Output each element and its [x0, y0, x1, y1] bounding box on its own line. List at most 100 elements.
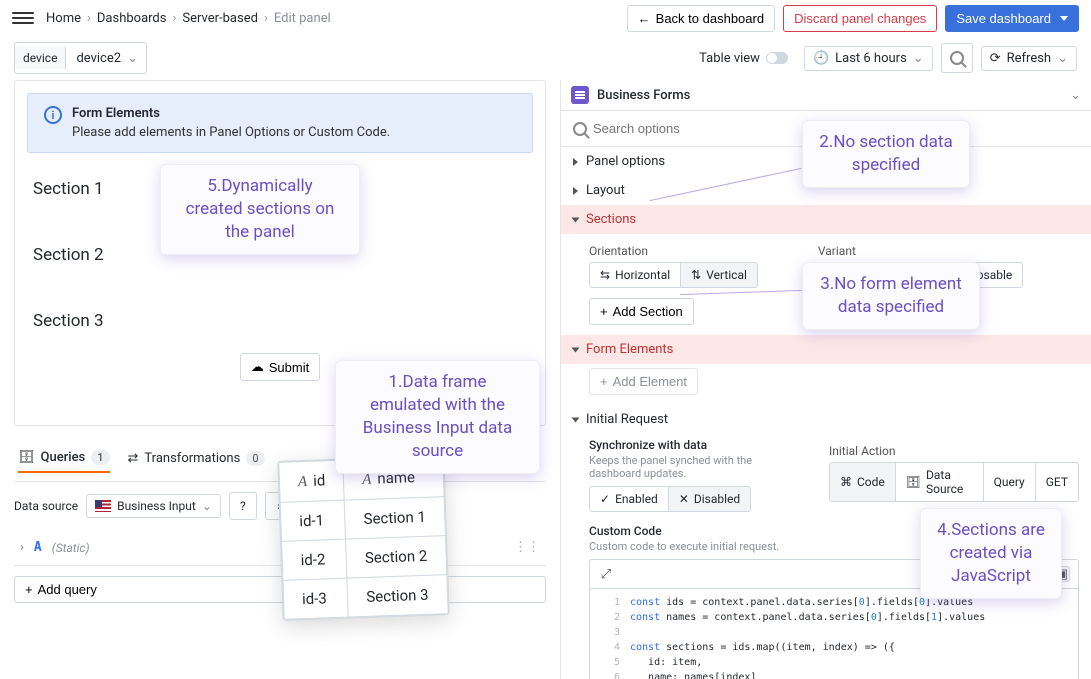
option-label: Initial Request	[586, 412, 668, 427]
chevron-down-icon	[572, 417, 580, 422]
query-name: (Static)	[52, 541, 90, 555]
annotation-1: 1.Data frame emulated with the Business …	[335, 360, 540, 474]
chevron-down-icon[interactable]: ⌄	[1070, 88, 1081, 103]
annotation-2: 2.No section data specified	[802, 120, 970, 188]
seg-label: Code	[857, 475, 885, 489]
add-query-label: Add query	[38, 582, 97, 597]
plugin-title: Business Forms	[597, 88, 690, 103]
option-label: Sections	[586, 212, 636, 227]
cell: Section 2	[346, 536, 447, 578]
check-icon: ✓	[600, 492, 610, 506]
clock-icon: 🕘	[813, 51, 829, 66]
seg-label: Enabled	[615, 492, 658, 506]
queries-count: 1	[91, 450, 109, 465]
cell: id-2	[282, 539, 348, 580]
option-sections[interactable]: Sections	[561, 205, 1091, 234]
breadcrumb-sep: ›	[172, 11, 176, 26]
submit-label: Submit	[269, 360, 309, 375]
orientation-label: Orientation	[589, 244, 758, 258]
menu-icon[interactable]	[12, 7, 34, 29]
breadcrumb-home[interactable]: Home	[46, 11, 81, 26]
sync-group: ✓ Enabled ✕ Disabled	[589, 486, 751, 512]
vertical-icon: ⇅	[691, 268, 701, 282]
device-select[interactable]: device device2 ⌄	[14, 42, 147, 74]
col-label: id	[313, 471, 326, 489]
back-button[interactable]: ← Back to dashboard	[627, 5, 775, 32]
refresh-button[interactable]: ⟳ Refresh ⌄	[981, 46, 1077, 71]
option-form-elements[interactable]: Form Elements	[561, 335, 1091, 364]
action-query[interactable]: Query	[984, 463, 1036, 501]
device-value: device2	[76, 51, 121, 66]
breadcrumb-dashboards[interactable]: Dashboards	[97, 11, 167, 26]
datasource-icon	[95, 500, 111, 512]
database-icon: 🗄	[18, 450, 35, 465]
refresh-icon: ⟳	[990, 51, 1001, 66]
annotation-3: 3.No form element data specified	[802, 262, 980, 330]
toggle-icon	[766, 52, 788, 64]
save-button[interactable]: Save dashboard	[945, 5, 1079, 32]
expand-icon[interactable]: ⤢	[598, 566, 614, 582]
chevron-right-icon	[573, 158, 578, 166]
section-title[interactable]: Section 3	[15, 297, 545, 345]
time-range-select[interactable]: 🕘 Last 6 hours ⌄	[804, 46, 933, 71]
submit-button[interactable]: ☁ Submit	[240, 353, 320, 381]
add-section-button[interactable]: + Add Section	[589, 298, 694, 325]
query-letter: A	[34, 540, 42, 555]
sync-enabled[interactable]: ✓ Enabled	[590, 487, 669, 511]
table-row: id-1Section 1	[280, 497, 445, 542]
action-code[interactable]: ⌘ Code	[830, 463, 896, 501]
search-icon	[573, 122, 587, 136]
cell: id-3	[283, 578, 349, 619]
table-row: id-2Section 2	[282, 536, 447, 581]
cross-icon: ✕	[679, 492, 689, 506]
text-type-icon: A	[362, 472, 372, 488]
chevron-down-icon: ⌄	[127, 51, 138, 66]
chevron-down-icon	[572, 347, 580, 352]
option-label: Panel options	[586, 154, 665, 169]
chevron-right-icon	[573, 187, 578, 195]
breadcrumb-current: Edit panel	[274, 11, 331, 26]
arrow-left-icon: ←	[638, 11, 651, 26]
cell: Section 1	[344, 497, 445, 539]
code-editor[interactable]: 1const ids = context.panel.data.series[0…	[589, 588, 1079, 679]
discard-button[interactable]: Discard panel changes	[783, 5, 937, 32]
action-get[interactable]: GET	[1036, 463, 1078, 501]
data-table-preview: Aid Aname id-1Section 1 id-2Section 2 id…	[277, 455, 449, 621]
cell: id-1	[280, 500, 346, 541]
plus-icon: +	[600, 374, 608, 389]
drag-handle-icon[interactable]: ⋮⋮	[514, 540, 540, 555]
zoom-out-icon	[950, 51, 964, 65]
seg-label: Vertical	[706, 268, 747, 282]
datasource-help-button[interactable]: ?	[229, 492, 257, 520]
add-element-label: Add Element	[613, 374, 687, 389]
horizontal-icon: ⇆	[600, 268, 610, 282]
orientation-vertical[interactable]: ⇅ Vertical	[681, 263, 757, 287]
initial-action-group: ⌘ Code 🗄Data Source Query GET	[829, 462, 1079, 502]
tab-label: Queries	[41, 450, 86, 465]
chevron-down-icon	[572, 217, 580, 222]
breadcrumb-server[interactable]: Server-based	[182, 11, 258, 26]
option-label: Layout	[586, 183, 625, 198]
datasource-label: Data source	[14, 499, 78, 513]
add-section-label: Add Section	[613, 304, 683, 319]
datasource-select[interactable]: Business Input ⌄	[86, 494, 221, 518]
code-icon: ⌘	[840, 475, 852, 489]
datasource-value: Business Input	[117, 499, 196, 513]
zoom-out-button[interactable]	[941, 43, 973, 73]
annotation-4: 4.Sections are created via JavaScript	[920, 508, 1062, 599]
add-element-button[interactable]: + Add Element	[589, 368, 698, 395]
sync-disabled[interactable]: ✕ Disabled	[669, 487, 750, 511]
option-initial-request[interactable]: Initial Request	[561, 405, 1091, 434]
table-view-label: Table view	[699, 51, 760, 66]
action-datasource[interactable]: 🗄Data Source	[896, 463, 984, 501]
breadcrumb: Home › Dashboards › Server-based › Edit …	[46, 11, 331, 26]
seg-label: Disabled	[694, 492, 740, 506]
tab-transformations[interactable]: ⇄ Transformations 0	[128, 451, 265, 472]
chevron-down-icon: ⌄	[913, 51, 924, 66]
add-query-button[interactable]: + Add query	[14, 576, 546, 603]
orientation-horizontal[interactable]: ⇆Horizontal	[590, 263, 681, 287]
plugin-icon	[571, 86, 589, 104]
tab-queries[interactable]: 🗄 Queries 1	[18, 450, 110, 473]
table-view-toggle[interactable]: Table view	[691, 47, 796, 70]
variant-label: Variant	[818, 244, 1023, 258]
